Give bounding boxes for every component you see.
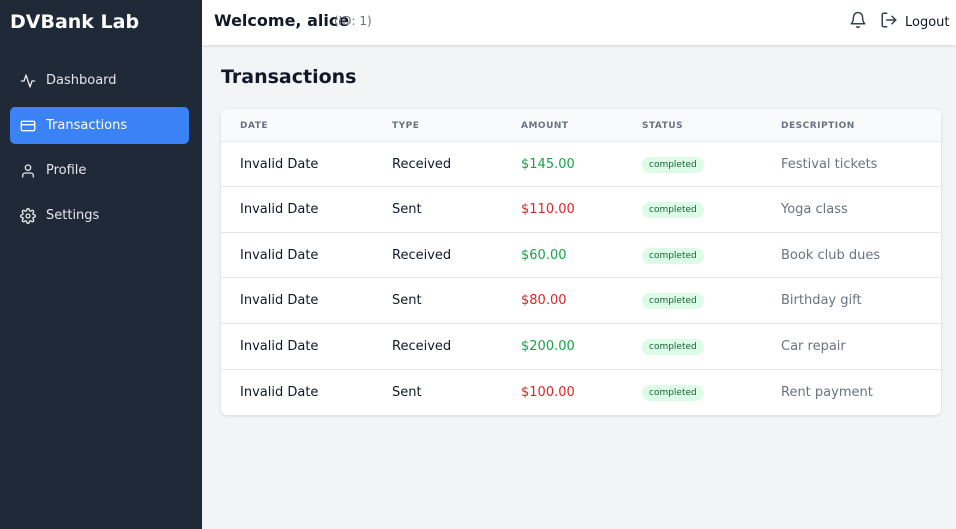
sidebar-item-label: Transactions: [46, 118, 128, 133]
column-header-description: DESCRIPTION: [781, 121, 855, 131]
cell-description: Yoga class: [781, 202, 848, 217]
cell-description: Book club dues: [781, 248, 881, 263]
user-icon: [20, 163, 36, 179]
cell-date: Invalid Date: [240, 339, 319, 354]
page-title: Transactions: [221, 66, 357, 88]
status-badge: completed: [642, 248, 704, 264]
sidebar-item-transactions[interactable]: Transactions: [10, 107, 189, 144]
cell-date: Invalid Date: [240, 385, 319, 400]
sidebar: DVBank Lab Dashboard Transactions Profil…: [0, 0, 202, 529]
table-row[interactable]: Invalid Date Sent $100.00 completed Rent pay…: [221, 369, 941, 415]
cell-description: Festival tickets: [781, 157, 878, 172]
cell-amount: $100.00: [521, 385, 575, 400]
sidebar-item-label: Dashboard: [46, 73, 117, 88]
cell-date: Invalid Date: [240, 202, 319, 217]
cell-date: Invalid Date: [240, 293, 319, 308]
brand-logo-text: DVBank Lab: [10, 11, 140, 33]
cell-date: Invalid Date: [240, 248, 319, 263]
cell-amount: $80.00: [521, 293, 567, 308]
sidebar-item-settings[interactable]: Settings: [10, 197, 189, 234]
cell-date: Invalid Date: [240, 157, 319, 172]
sidebar-nav: Dashboard Transactions Profile Settings: [10, 62, 189, 242]
table-row[interactable]: Invalid Date Received $145.00 completed Fest…: [221, 141, 941, 187]
status-badge: completed: [642, 293, 704, 309]
cell-amount: $145.00: [521, 157, 575, 172]
sidebar-item-label: Profile: [46, 163, 87, 178]
sidebar-item-dashboard[interactable]: Dashboard: [10, 62, 189, 99]
column-header-type: TYPE: [392, 121, 420, 131]
welcome-text: Welcome, alice: [214, 11, 350, 30]
transactions-table: DATE TYPE AMOUNT STATUS DESCRIPTION Inva…: [221, 109, 941, 415]
table-row[interactable]: Invalid Date Received $200.00 completed Car …: [221, 323, 941, 369]
sidebar-item-label: Settings: [46, 208, 100, 223]
cell-type: Sent: [392, 202, 422, 217]
column-header-status: STATUS: [642, 121, 684, 131]
cell-type: Sent: [392, 385, 422, 400]
gear-icon: [20, 207, 36, 224]
cell-type: Received: [392, 339, 452, 354]
cell-amount: $110.00: [521, 202, 575, 217]
table-row[interactable]: Invalid Date Sent $80.00 completed Birthday …: [221, 277, 941, 323]
status-badge: completed: [642, 385, 704, 401]
credit-card-icon: [20, 118, 36, 134]
logout-icon: [880, 11, 905, 33]
cell-description: Car repair: [781, 339, 846, 354]
bell-icon[interactable]: [849, 11, 867, 29]
cell-type: Received: [392, 248, 452, 263]
logout-label: Logout: [905, 14, 950, 30]
activity-icon: [20, 73, 36, 89]
sidebar-item-profile[interactable]: Profile: [10, 152, 189, 189]
logout-button[interactable]: Logout: [880, 11, 950, 33]
cell-amount: $200.00: [521, 339, 575, 354]
cell-type: Sent: [392, 293, 422, 308]
table-header: DATE TYPE AMOUNT STATUS DESCRIPTION: [221, 109, 941, 141]
cell-amount: $60.00: [521, 248, 567, 263]
status-badge: completed: [642, 339, 704, 355]
status-badge: completed: [642, 157, 704, 173]
user-id-label: (ID: 1): [334, 14, 372, 28]
cell-type: Received: [392, 157, 452, 172]
table-row[interactable]: Invalid Date Sent $110.00 completed Yoga cla…: [221, 186, 941, 232]
status-badge: completed: [642, 202, 704, 218]
cell-description: Birthday gift: [781, 293, 862, 308]
cell-description: Rent payment: [781, 385, 873, 400]
column-header-date: DATE: [240, 121, 269, 131]
table-row[interactable]: Invalid Date Received $60.00 completed Book …: [221, 232, 941, 278]
column-header-amount: AMOUNT: [521, 121, 569, 131]
top-header: Welcome, alice (ID: 1) Logout: [202, 0, 956, 45]
